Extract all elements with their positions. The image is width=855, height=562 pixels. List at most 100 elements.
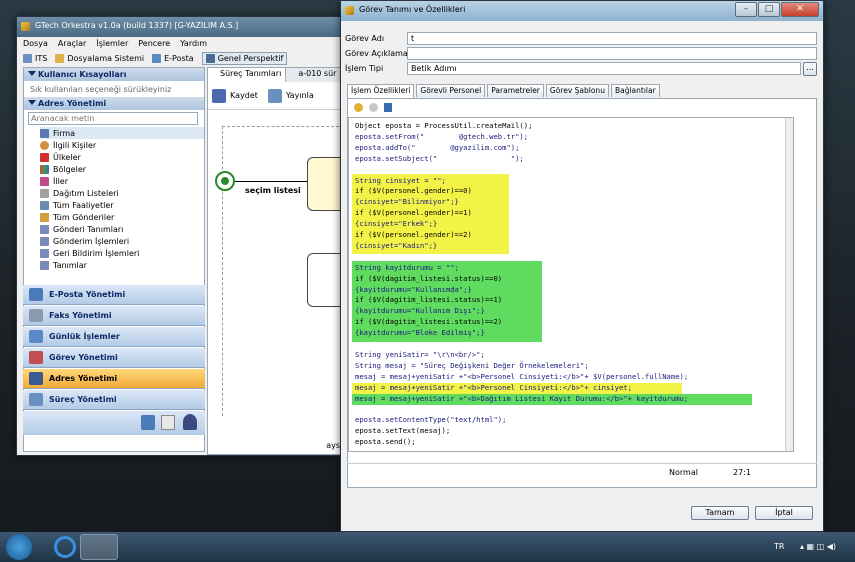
process-icon [29,393,43,406]
nav-eposta[interactable]: E-Posta Yönetimi [23,285,205,305]
note-icon[interactable] [161,415,175,430]
publish-icon [267,88,282,103]
code-scrollbar[interactable] [785,118,793,451]
region-icon [40,164,49,174]
perspective-button[interactable]: Genel Perspektif [201,51,288,65]
company-icon [40,128,49,138]
nav-adres[interactable]: Adres Yönetimi [23,369,205,389]
dialog-title: Görev Tanımı ve Özellikleri [359,5,466,14]
type-field[interactable]: Betik Adımı [407,62,801,75]
tree-item-iller[interactable]: İller [40,175,204,187]
tab-islem-ozellikleri[interactable]: İşlem Özellikleri [347,84,415,98]
tab-gorev-sablonu[interactable]: Görev Şablonu [545,84,609,97]
tree-item-ulkeler[interactable]: Ülkeler [40,151,204,163]
menu-yardim[interactable]: Yardım [180,37,207,51]
code-line: mesaj = mesaj+yeniSatir +"<b>Personel Ci… [355,382,632,392]
eposta-button[interactable]: E-Posta [152,53,194,63]
save-label: Kaydet [230,91,258,100]
start-button[interactable] [6,534,32,560]
tree-item-gonderim-islemleri[interactable]: Gönderim İşlemleri [40,235,204,247]
address-search-input[interactable] [28,112,198,125]
code-line: {cinsiyet="Kadın";} [355,240,438,250]
dialog-titlebar[interactable]: Görev Tanımı ve Özellikleri – □ ✕ [341,1,823,21]
code-line: {cinsiyet="Bilinmiyor";} [355,197,459,207]
publish-button[interactable]: Yayınla [267,88,314,103]
people-icon [40,140,49,150]
name-field[interactable]: t [407,32,817,45]
ie-icon[interactable] [54,536,76,558]
type-browse-button[interactable]: ... [803,62,817,76]
its-button[interactable]: ITS [23,53,47,63]
activity-icon [40,200,49,210]
tree-label: Geri Bildirim İşlemleri [53,248,140,258]
menu-dosya[interactable]: Dosya [23,37,48,51]
server-icon[interactable] [141,415,155,430]
tree-item-bolgeler[interactable]: Bölgeler [40,163,204,175]
nav-gunluk[interactable]: Günlük İşlemler [23,327,205,347]
tab-parametreler[interactable]: Parametreler [487,84,544,97]
menu-araclar[interactable]: Araçlar [58,37,86,51]
type-label: İşlem Tipi [345,64,384,73]
tree-item-ilgili-kisiler[interactable]: İlgili Kişiler [40,139,204,151]
dosyalama-button[interactable]: Dosyalama Sistemi [55,53,144,63]
tree-item-tum-faaliyetler[interactable]: Tüm Faaliyetler [40,199,204,211]
tree-label: Tüm Faaliyetler [53,200,114,210]
folder-icon [55,53,65,63]
code-editor[interactable]: Object eposta = ProcessUtil.createMail()… [348,117,794,452]
menu-bar: Dosya Araçlar İşlemler Pencere Yardım [17,37,343,51]
tree-item-tum-gonderiler[interactable]: Tüm Gönderiler [40,211,204,223]
ok-button[interactable]: Tamam [691,506,749,520]
code-line: String mesaj = "Süreç Değişkeni Değer Ör… [355,360,589,370]
nav-label: Faks Yönetimi [49,311,112,320]
nav-gorev[interactable]: Görev Yönetimi [23,348,205,368]
tree-item-dagitim-listeleri[interactable]: Dağıtım Listeleri [40,187,204,199]
code-line: mesaj = mesaj+yeniSatir +"<b>Dağıtım Lis… [355,393,689,403]
tray-icons[interactable]: ▴ ▦ ◫ ◀) [800,542,850,552]
user-icon[interactable] [183,414,197,430]
expand-folder-icon [40,260,49,270]
main-title: GTech Orkestra v1.0a (build 1337) [G-YAZ… [35,21,239,30]
close-button[interactable]: ✕ [781,2,819,17]
run-icon[interactable] [384,102,392,112]
address-panel-header[interactable]: Adres Yönetimi [24,97,204,110]
redo-icon[interactable] [369,102,378,112]
nav-surec[interactable]: Süreç Yönetimi [23,390,205,410]
code-line: if ($V(personel.gender)==2) [355,230,472,239]
expand-folder-icon [40,236,49,246]
start-node[interactable] [215,171,235,191]
cancel-button[interactable]: İptal [755,506,813,520]
undo-icon[interactable] [354,102,363,112]
user-shortcuts-header[interactable]: Kullanıcı Kısayolları [24,68,204,81]
tree-item-gonderi-tanimlari[interactable]: Gönderi Tanımları [40,223,204,235]
code-line: eposta.setContentType("text/html"); [355,415,507,425]
desc-field[interactable] [407,47,817,60]
save-button[interactable]: Kaydet [212,88,258,103]
tree-item-firma[interactable]: Firma [40,127,204,139]
tree-item-geri-bildirim[interactable]: Geri Bildirim İşlemleri [40,247,204,259]
maximize-button[interactable]: □ [758,2,780,17]
status-mode: Normal [669,468,698,477]
menu-islemler[interactable]: İşlemler [96,37,128,51]
tab-baglantilar[interactable]: Bağlantılar [610,84,660,97]
nav-faks[interactable]: Faks Yönetimi [23,306,205,326]
tree-item-tanimlar[interactable]: Tanımlar [40,259,204,271]
expand-folder-icon [40,224,49,234]
code-line: if ($V(dagitim_listesi.status)==2) [355,317,503,327]
nav-label: Adres Yönetimi [49,374,118,383]
minimize-button[interactable]: – [735,2,757,17]
menu-pencere[interactable]: Pencere [138,37,170,51]
taskbar: TR ▴ ▦ ◫ ◀) [0,532,855,562]
main-titlebar[interactable]: GTech Orkestra v1.0a (build 1337) [G-YAZ… [17,17,343,37]
tab-gorevli-personel[interactable]: Görevli Personel [416,84,486,97]
calendar-icon [29,330,43,343]
user-shortcuts-hint: Sık kullanılan seçeneği sürükleyiniz [30,85,172,94]
list-icon [40,188,49,198]
main-toolbar: ITS Dosyalama Sistemi E-Posta Genel Pers… [17,51,345,65]
tab-surec-tanimlari[interactable]: Süreç Tanımları [208,68,287,82]
expand-folder-icon [40,248,49,258]
app-icon [21,22,30,31]
tab-a010[interactable]: a-010 sür [286,68,340,82]
language-indicator[interactable]: TR [774,542,784,551]
app-taskbar-icon[interactable] [80,534,118,560]
code-line: String kayitdurumu = ""; [355,262,459,272]
